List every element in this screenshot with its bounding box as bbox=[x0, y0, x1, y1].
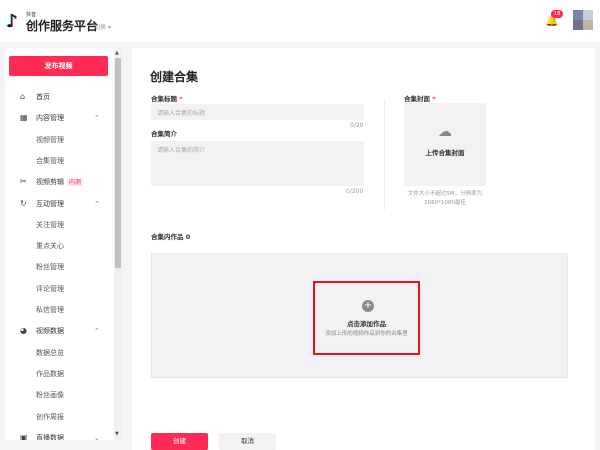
chevron-icon[interactable]: ⌃ bbox=[94, 321, 100, 341]
sidebar-item-label: 重点关心 bbox=[36, 236, 64, 256]
label-text: 内容管理 bbox=[36, 114, 64, 123]
avatar[interactable] bbox=[573, 10, 593, 30]
sidebar-item[interactable]: ▣ 直播数据 ⌄ bbox=[5, 428, 114, 440]
brand-title: 创作服务平台 bbox=[26, 19, 99, 33]
sidebar-item[interactable]: ▦ 内容管理 ⌃ bbox=[5, 108, 114, 128]
sidebar-item[interactable]: 重点关心 bbox=[5, 236, 114, 256]
sidebar: 发布视频 ⌂ 首页 ▦ 内容管理 ⌃ 视频管理合集管理 ✂ 视频剪辑 内测 ↻ 互动管理 ⌃ 关注管理重… bbox=[5, 48, 114, 440]
intro-label: 合集简介 bbox=[151, 130, 177, 138]
required-mark: * bbox=[179, 95, 183, 103]
title-label: 合集标题 * bbox=[151, 93, 183, 103]
sidebar-item[interactable]: ↻ 互动管理 ⌃ bbox=[5, 194, 114, 214]
label-text: 首页 bbox=[36, 93, 50, 101]
label-text: 重点关心 bbox=[36, 242, 64, 251]
chevron-icon[interactable]: ⌃ bbox=[94, 108, 100, 128]
add-works-subtitle: 添加上传的视频作品到你的合集里 bbox=[325, 331, 408, 337]
sidebar-item-label: 首页 bbox=[36, 87, 50, 107]
required-mark: * bbox=[432, 95, 436, 103]
title-label-text: 合集标题 bbox=[151, 95, 177, 103]
sidebar-item[interactable]: 私信管理 bbox=[5, 300, 114, 320]
sidebar-item-label: 视频剪辑 内测 bbox=[36, 172, 84, 193]
label-text: 关注管理 bbox=[36, 220, 64, 229]
cover-label-text: 合集封面 bbox=[404, 95, 430, 103]
scrollbar-thumb[interactable] bbox=[115, 58, 121, 268]
sidebar-item[interactable]: 粉丝管理 bbox=[5, 257, 114, 277]
sidebar-item[interactable]: ✂ 视频剪辑 内测 bbox=[5, 172, 114, 192]
sidebar-item[interactable]: 评论管理 bbox=[5, 279, 114, 299]
sidebar-item[interactable]: 粉丝画像 bbox=[5, 385, 114, 405]
sidebar-item-label: 视频管理 bbox=[36, 130, 64, 150]
label-text: 直播数据 bbox=[36, 433, 64, 440]
sidebar-item[interactable]: 作品数据 bbox=[5, 364, 114, 384]
sidebar-item[interactable]: ⌂ 首页 bbox=[5, 87, 114, 107]
label-text: 视频数据 bbox=[36, 327, 64, 336]
sidebar-item-label: 合集管理 bbox=[36, 151, 64, 171]
sidebar-item[interactable]: ◕ 视频数据 ⌃ bbox=[5, 321, 114, 341]
chevron-icon[interactable]: ⌄ bbox=[94, 428, 100, 440]
top-header: ♪ 抖音 创作服务平台 切换 ▾ 🔔 18 bbox=[0, 0, 600, 42]
sidebar-item-label: 直播数据 bbox=[36, 428, 64, 440]
beta-tag: 内测 bbox=[67, 179, 84, 187]
label-text: 视频管理 bbox=[36, 135, 64, 144]
create-button[interactable]: 创建 bbox=[151, 433, 208, 450]
switch-dropdown[interactable]: 切换 ▾ bbox=[94, 22, 111, 31]
sidebar-item-label: 评论管理 bbox=[36, 279, 64, 299]
plus-icon: + bbox=[362, 300, 374, 312]
interaction-icon: ↻ bbox=[20, 198, 27, 208]
sidebar-item-label: 数据总览 bbox=[36, 343, 64, 363]
content-icon: ▦ bbox=[20, 113, 28, 123]
intro-textarea[interactable]: 请输入合集的简介 bbox=[151, 141, 364, 186]
label-text: 创作周报 bbox=[36, 412, 64, 421]
works-label: 合集内作品 0 bbox=[151, 233, 191, 241]
sidebar-scrollbar[interactable]: ▲ ▼ bbox=[114, 48, 122, 440]
label-text: 数据总览 bbox=[36, 348, 64, 357]
label-text: 作品数据 bbox=[36, 369, 64, 378]
chevron-icon[interactable]: ⌃ bbox=[94, 194, 100, 214]
intro-count: 0/200 bbox=[346, 188, 364, 195]
label-text: 粉丝画像 bbox=[36, 391, 64, 400]
title-count: 0/20 bbox=[350, 122, 364, 129]
label-text: 合集管理 bbox=[36, 156, 64, 165]
scroll-down-icon[interactable]: ▼ bbox=[115, 431, 119, 437]
divider bbox=[384, 100, 385, 210]
cover-upload[interactable]: ☁ 上传合集封面 bbox=[404, 103, 486, 186]
add-works-title: 点击添加作品 bbox=[347, 320, 386, 328]
publish-video-button[interactable]: 发布视频 bbox=[9, 56, 108, 76]
scroll-up-icon[interactable]: ▲ bbox=[115, 50, 119, 56]
add-works-button[interactable]: + 点击添加作品 添加上传的视频作品到你的合集里 bbox=[313, 281, 420, 355]
sidebar-item[interactable]: 数据总览 bbox=[5, 343, 114, 363]
sidebar-item-label: 私信管理 bbox=[36, 300, 64, 320]
home-icon: ⌂ bbox=[20, 92, 26, 101]
cover-label: 合集封面 * bbox=[404, 93, 436, 103]
page-title: 创建合集 bbox=[150, 70, 199, 84]
notification-badge: 18 bbox=[551, 10, 564, 18]
label-text: 视频剪辑 bbox=[36, 178, 64, 187]
sidebar-item-label: 粉丝管理 bbox=[36, 257, 64, 277]
cover-hint: 文件大小不超过5M，分辨率为1080*1080最佳 bbox=[407, 191, 483, 206]
cancel-button[interactable]: 取消 bbox=[219, 433, 276, 450]
sidebar-item-label: 关注管理 bbox=[36, 215, 64, 235]
title-input[interactable]: 请输入合集的标题 bbox=[151, 104, 364, 120]
sidebar-item[interactable]: 视频管理 bbox=[5, 130, 114, 150]
sidebar-item-label: 创作周报 bbox=[36, 407, 64, 427]
cloud-upload-icon: ☁ bbox=[438, 124, 452, 140]
sidebar-item-label: 互动管理 bbox=[36, 194, 64, 214]
cover-upload-label: 上传合集封面 bbox=[425, 149, 465, 157]
sidebar-item-label: 内容管理 bbox=[36, 108, 64, 128]
sidebar-item-label: 粉丝画像 bbox=[36, 385, 64, 405]
sidebar-item[interactable]: 关注管理 bbox=[5, 215, 114, 235]
label-text: 粉丝管理 bbox=[36, 263, 64, 272]
label-text: 评论管理 bbox=[36, 284, 64, 293]
live-icon: ▣ bbox=[20, 432, 28, 440]
label-text: 互动管理 bbox=[36, 199, 64, 208]
sidebar-item[interactable]: 创作周报 bbox=[5, 407, 114, 427]
pie-chart-icon: ◕ bbox=[20, 326, 27, 336]
sidebar-item-label: 作品数据 bbox=[36, 364, 64, 384]
sidebar-item-label: 视频数据 bbox=[36, 321, 64, 341]
scissors-icon: ✂ bbox=[20, 177, 27, 187]
label-text: 私信管理 bbox=[36, 306, 64, 314]
create-collection-panel: 创建合集 合集标题 * 请输入合集的标题 0/20 合集简介 请输入合集的简介 … bbox=[132, 48, 595, 450]
sidebar-item[interactable]: 合集管理 bbox=[5, 151, 114, 171]
tiktok-logo-icon[interactable]: ♪ bbox=[6, 12, 24, 32]
